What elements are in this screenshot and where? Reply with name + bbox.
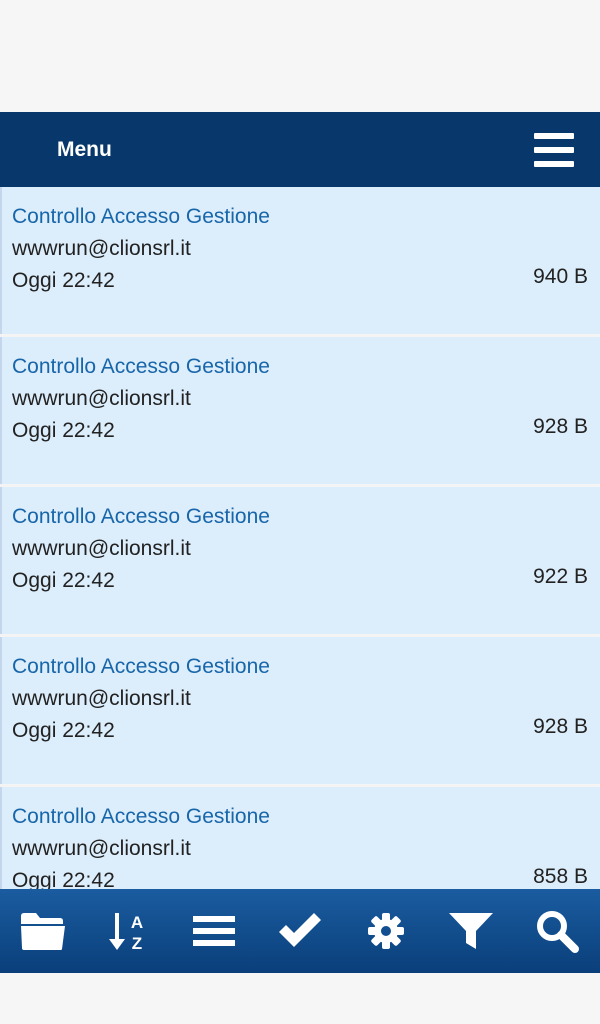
item-sender: wwwrun@clionsrl.it [12, 537, 191, 560]
hamburger-menu-icon[interactable] [534, 133, 574, 167]
item-date: Oggi 22:42 [12, 269, 115, 292]
bottom-area [0, 973, 600, 1024]
item-title: Controllo Accesso Gestione [12, 655, 270, 678]
item-size: 922 B [533, 565, 588, 588]
bottom-toolbar: A Z [0, 889, 600, 973]
item-title: Controllo Accesso Gestione [12, 205, 270, 228]
filter-icon[interactable] [441, 901, 501, 961]
message-list: Controllo Accesso Gestione wwwrun@clions… [0, 187, 600, 889]
item-size: 858 B [533, 865, 588, 888]
item-sender: wwwrun@clionsrl.it [12, 387, 191, 410]
item-sender: wwwrun@clionsrl.it [12, 687, 191, 710]
item-sender: wwwrun@clionsrl.it [12, 237, 191, 260]
menu-title: Menu [57, 138, 112, 161]
checkmark-icon[interactable] [270, 901, 330, 961]
item-title: Controllo Accesso Gestione [12, 805, 270, 828]
item-size: 940 B [533, 265, 588, 288]
list-item[interactable]: Controllo Accesso Gestione wwwrun@clions… [0, 187, 600, 334]
list-item[interactable]: Controllo Accesso Gestione wwwrun@clions… [0, 787, 600, 889]
item-date: Oggi 22:42 [12, 419, 115, 442]
sort-letter-z: Z [131, 934, 141, 953]
list-item[interactable]: Controllo Accesso Gestione wwwrun@clions… [0, 487, 600, 634]
item-title: Controllo Accesso Gestione [12, 505, 270, 528]
sort-az-icon[interactable]: A Z [99, 901, 159, 961]
list-item[interactable]: Controllo Accesso Gestione wwwrun@clions… [0, 637, 600, 784]
item-title: Controllo Accesso Gestione [12, 355, 270, 378]
item-date: Oggi 22:42 [12, 869, 115, 889]
gear-icon[interactable] [356, 901, 416, 961]
item-sender: wwwrun@clionsrl.it [12, 837, 191, 860]
item-size: 928 B [533, 415, 588, 438]
folder-icon[interactable] [13, 901, 73, 961]
list-icon[interactable] [184, 901, 244, 961]
status-area [0, 0, 600, 112]
item-date: Oggi 22:42 [12, 719, 115, 742]
item-date: Oggi 22:42 [12, 569, 115, 592]
search-icon[interactable] [527, 901, 587, 961]
header-bar: Menu [0, 112, 600, 187]
list-item[interactable]: Controllo Accesso Gestione wwwrun@clions… [0, 337, 600, 484]
item-size: 928 B [533, 715, 588, 738]
sort-letter-a: A [130, 913, 142, 932]
